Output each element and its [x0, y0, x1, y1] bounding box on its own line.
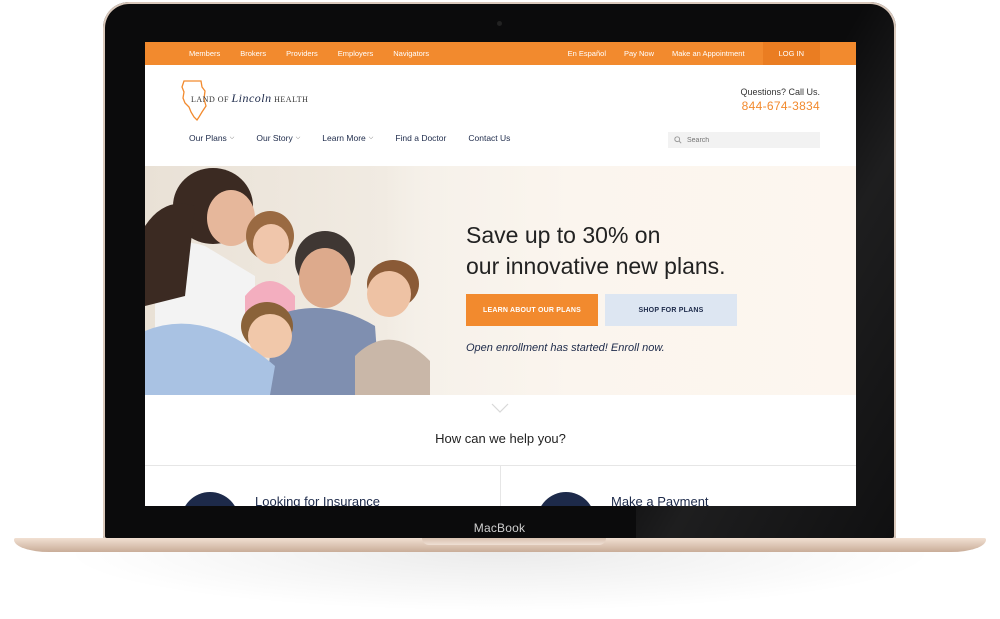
main-nav: Our Plans ⌵ Our Story ⌵ Learn More ⌵ Find a… [145, 130, 856, 152]
utility-links: En Español Pay Now Make an Appointment L… [568, 42, 856, 65]
search-box[interactable] [668, 132, 820, 148]
hero-headline-line-1: Save up to 30% on [466, 222, 661, 248]
search-icon [674, 136, 682, 144]
utility-bar: Members Brokers Providers Employers Navi… [145, 42, 856, 65]
laptop-base [14, 538, 986, 552]
hero-headline: Save up to 30% on our innovative new pla… [466, 220, 737, 282]
audience-links: Members Brokers Providers Employers Navi… [189, 42, 449, 65]
family-photo [145, 166, 445, 395]
shop-for-plans-button[interactable]: SHOP FOR PLANS [605, 294, 737, 326]
card-title: Make a Payment [611, 494, 709, 506]
base-notch [422, 538, 606, 545]
card-title: Looking for Insurance [255, 494, 381, 506]
topbar-link-providers[interactable]: Providers [286, 49, 318, 58]
logo-wordmark: LAND OF Lincoln HEALTH [191, 91, 308, 106]
chevron-down-icon: ⌵ [295, 134, 301, 141]
topbar-link-appointment[interactable]: Make an Appointment [672, 49, 745, 58]
topbar-link-employers[interactable]: Employers [338, 49, 373, 58]
insurance-icon [181, 492, 239, 506]
hero-buttons: LEARN ABOUT OUR PLANS SHOP FOR PLANS [466, 294, 737, 326]
phone-number[interactable]: 844-674-3834 [740, 99, 820, 113]
contact-block: Questions? Call Us. 844-674-3834 [740, 87, 820, 113]
site-header: LAND OF Lincoln HEALTH Questions? Call U… [145, 65, 856, 130]
website-screen: Members Brokers Providers Employers Navi… [145, 42, 856, 506]
laptop-shadow [60, 552, 940, 612]
contact-question: Questions? Call Us. [740, 87, 820, 97]
hero-content: Save up to 30% on our innovative new pla… [466, 220, 737, 354]
nav-item-learn-more[interactable]: Learn More ⌵ [322, 133, 373, 143]
nav-item-our-plans[interactable]: Our Plans ⌵ [189, 133, 234, 143]
topbar-link-pay-now[interactable]: Pay Now [624, 49, 654, 58]
nav-label: Our Story [256, 133, 293, 143]
login-button[interactable]: LOG IN [762, 42, 820, 65]
help-cards: Looking for Insurance Make a Payment [145, 465, 856, 506]
logo-suffix: HEALTH [274, 94, 309, 104]
hero-headline-line-2: our innovative new plans. [466, 253, 726, 279]
payment-icon [537, 492, 595, 506]
logo-prefix: LAND OF [191, 94, 229, 104]
card-make-payment[interactable]: Make a Payment [501, 466, 856, 506]
chevron-down-icon: ⌵ [229, 134, 235, 141]
chevron-down-icon: ⌵ [368, 134, 374, 141]
camera [497, 21, 502, 26]
chevron-down-icon[interactable] [491, 403, 509, 413]
hero-banner: Save up to 30% on our innovative new pla… [145, 166, 856, 395]
search-input[interactable] [687, 136, 807, 144]
nav-item-our-story[interactable]: Our Story ⌵ [256, 133, 300, 143]
nav-label: Our Plans [189, 133, 227, 143]
nav-label: Contact Us [468, 133, 511, 143]
enrollment-link[interactable]: Open enrollment has started! Enroll now. [466, 342, 737, 354]
topbar-link-members[interactable]: Members [189, 49, 220, 58]
nav-item-find-doctor[interactable]: Find a Doctor [395, 133, 446, 143]
topbar-link-navigators[interactable]: Navigators [393, 49, 429, 58]
logo-script: Lincoln [231, 90, 272, 105]
nav-label: Find a Doctor [395, 133, 447, 143]
nav-label: Learn More [322, 133, 366, 143]
site-logo[interactable]: LAND OF Lincoln HEALTH [181, 79, 308, 121]
nav-item-contact-us[interactable]: Contact Us [468, 133, 510, 143]
help-section: How can we help you? [145, 395, 856, 465]
card-looking-for-insurance[interactable]: Looking for Insurance [145, 466, 501, 506]
learn-about-plans-button[interactable]: LEARN ABOUT OUR PLANS [466, 294, 598, 326]
topbar-link-espanol[interactable]: En Español [568, 49, 606, 58]
help-heading: How can we help you? [435, 431, 566, 446]
topbar-link-brokers[interactable]: Brokers [240, 49, 266, 58]
device-label: MacBook [473, 521, 526, 535]
